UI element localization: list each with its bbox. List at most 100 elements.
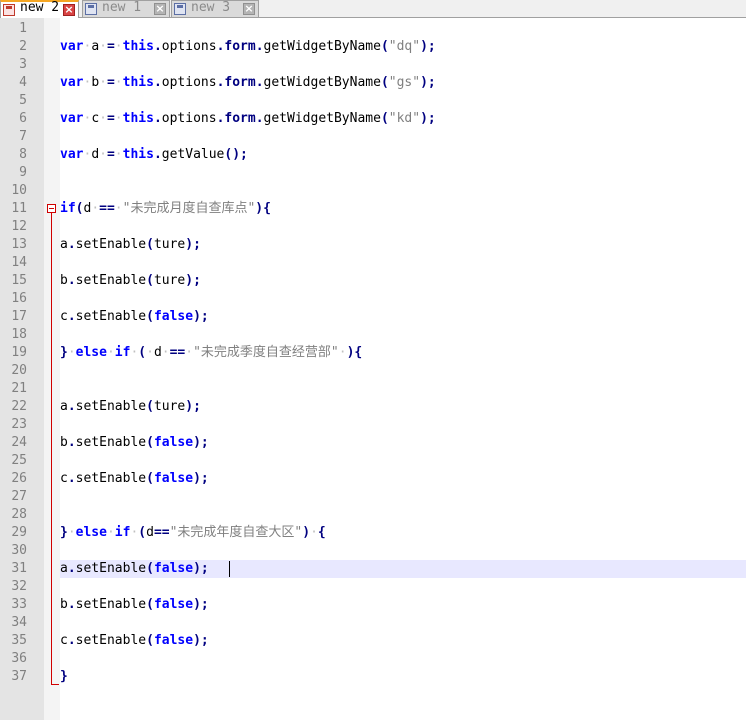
code-token: . [67, 237, 76, 252]
code-line[interactable]: b.setEnable(ture); [60, 272, 201, 290]
whitespace-marker: · [185, 345, 194, 360]
code-token: } [60, 345, 68, 360]
code-token: b [60, 597, 68, 612]
code-line[interactable]: }·else·if·(d=="未完成年度自查大区")·{ [60, 524, 326, 542]
code-token: "未完成年度自查大区" [169, 525, 303, 540]
line-number: 24 [11, 435, 27, 450]
line-number: 21 [11, 381, 27, 396]
code-token: ); [185, 399, 201, 414]
line-number: 8 [19, 147, 27, 162]
code-token: false [153, 561, 194, 576]
code-token: ); [193, 471, 209, 486]
close-icon[interactable]: × [154, 3, 166, 15]
code-line[interactable]: var·a·=·this.options.form.getWidgetByNam… [60, 38, 436, 56]
code-token: ( [146, 561, 154, 576]
line-number: 9 [19, 165, 27, 180]
code-token: var [60, 39, 84, 54]
code-line[interactable]: var·d·=·this.getValue(); [60, 146, 248, 164]
line-number: 28 [11, 507, 27, 522]
code-token: . [67, 273, 76, 288]
code-token: c [60, 633, 68, 648]
code-token: setEnable [75, 399, 147, 414]
code-token: { [317, 525, 326, 540]
code-line[interactable]: if(d·==·"未完成月度自查库点"){ [60, 200, 271, 218]
whitespace-marker: · [99, 39, 107, 54]
fold-collapse-icon[interactable] [47, 204, 56, 213]
whitespace-marker: · [114, 39, 123, 54]
line-number: 12 [11, 219, 27, 234]
code-token: setEnable [75, 237, 147, 252]
code-line[interactable]: c.setEnable(false); [60, 470, 209, 488]
code-token: ) [255, 201, 264, 216]
code-line[interactable]: var·b·=·this.options.form.getWidgetByNam… [60, 74, 436, 92]
code-token: else [75, 525, 107, 540]
line-number: 2 [19, 39, 27, 54]
tab-label: new 2 [20, 0, 60, 15]
tab-new-1[interactable]: new 1 × [82, 0, 170, 17]
code-token: getWidgetByName [263, 111, 381, 126]
line-number: 36 [11, 651, 27, 666]
code-line[interactable]: a.setEnable(ture); [60, 236, 201, 254]
code-line[interactable]: var·c·=·this.options.form.getWidgetByNam… [60, 110, 436, 128]
code-token: options [161, 75, 217, 90]
file-saved-icon [85, 3, 97, 15]
whitespace-marker: · [99, 75, 107, 90]
text-caret [229, 561, 230, 577]
code-token: . [255, 75, 264, 90]
tab-bar: new 2 × new 1 × new 3 × [0, 0, 746, 18]
line-number: 20 [11, 363, 27, 378]
code-token: = [106, 111, 115, 126]
code-token: false [153, 309, 194, 324]
fold-margin [44, 18, 60, 720]
code-token: ( [146, 597, 154, 612]
code-token: . [153, 75, 162, 90]
code-editor[interactable]: 1 2 var·a·=·this.options.form.getWidgetByN… [0, 18, 746, 720]
whitespace-marker: · [106, 525, 115, 540]
code-line[interactable]: a.setEnable(ture); [60, 398, 201, 416]
code-token: . [67, 633, 76, 648]
code-token: = [106, 75, 115, 90]
code-token: false [153, 471, 194, 486]
close-icon[interactable]: × [63, 4, 75, 16]
code-line[interactable]: c.setEnable(false); [60, 308, 209, 326]
whitespace-marker: · [106, 345, 115, 360]
code-line[interactable]: b.setEnable(false); [60, 596, 209, 614]
fold-end-marker [51, 684, 59, 685]
whitespace-marker: · [114, 111, 123, 126]
line-number: 17 [11, 309, 27, 324]
tab-label: new 1 [102, 0, 142, 15]
code-token: a [60, 399, 68, 414]
code-token: form [224, 75, 256, 90]
code-token: form [224, 111, 256, 126]
tab-new-3[interactable]: new 3 × [171, 0, 259, 17]
close-icon[interactable]: × [243, 3, 255, 15]
code-line[interactable]: b.setEnable(false); [60, 434, 209, 452]
code-line[interactable]: c.setEnable(false); [60, 632, 209, 650]
line-number: 3 [19, 57, 27, 72]
line-number: 32 [11, 579, 27, 594]
tab-label: new 3 [191, 0, 231, 15]
code-token: b [60, 435, 68, 450]
code-token: ); [193, 561, 209, 576]
code-token: if [114, 525, 131, 540]
code-token: . [67, 471, 76, 486]
code-token: setEnable [75, 633, 147, 648]
code-token: else [75, 345, 107, 360]
line-number: 5 [19, 93, 27, 108]
code-token: . [67, 399, 76, 414]
code-token: d [91, 147, 100, 162]
line-number: 10 [11, 183, 27, 198]
code-line[interactable]: } [60, 668, 68, 686]
code-token: c [60, 471, 68, 486]
whitespace-marker: · [114, 147, 123, 162]
code-line[interactable]: }·else·if·(·d·==·"未完成季度自查经营部"·){ [60, 344, 362, 362]
file-saved-icon [174, 3, 186, 15]
code-line[interactable]: a.setEnable(false); [60, 560, 209, 578]
code-token: ( [146, 399, 154, 414]
code-token: this [122, 147, 154, 162]
code-token: ture [153, 273, 186, 288]
code-token: c [91, 111, 100, 126]
code-token: ( [146, 435, 154, 450]
code-token: . [153, 111, 162, 126]
tab-new-2[interactable]: new 2 × [0, 0, 79, 18]
